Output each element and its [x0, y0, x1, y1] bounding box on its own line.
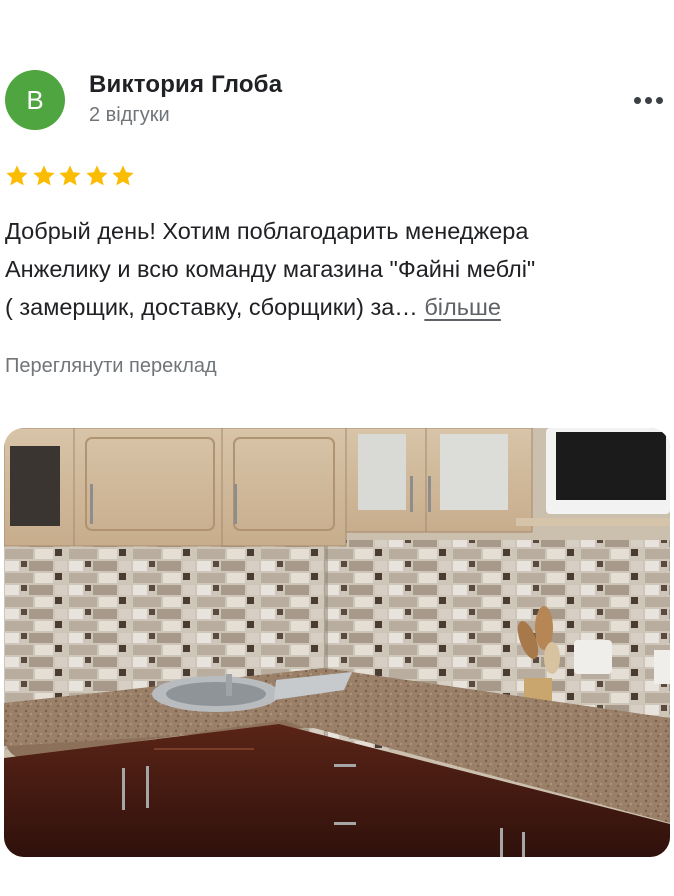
- star-icon: [84, 163, 110, 189]
- review-text-line-end: ( замерщик, доставку, сборщики) за…: [5, 294, 425, 320]
- star-icon: [4, 163, 30, 189]
- review-text-line: Анжелику и всю команду магазина "Файні м…: [5, 256, 536, 282]
- avatar-initial: В: [26, 84, 44, 115]
- kitchen-photo-image: [4, 428, 670, 857]
- author-name[interactable]: Виктория Глоба: [89, 71, 282, 99]
- review-text: Добрый день! Хотим поблагодарить менедже…: [5, 212, 665, 326]
- star-rating: [4, 163, 137, 189]
- star-icon: [31, 163, 57, 189]
- star-icon: [57, 163, 83, 189]
- kitchen-photo[interactable]: [4, 428, 670, 857]
- review-text-line: Добрый день! Хотим поблагодарить менедже…: [5, 218, 529, 244]
- more-options-button[interactable]: [626, 84, 670, 116]
- more-link[interactable]: більше: [424, 294, 501, 320]
- review-text-line: ( замерщик, доставку, сборщики) за… біль…: [5, 288, 665, 326]
- more-horizontal-icon: [632, 96, 665, 104]
- avatar[interactable]: В: [5, 70, 65, 130]
- translate-link[interactable]: Переглянути переклад: [5, 355, 217, 378]
- author-review-count: 2 відгуки: [89, 104, 170, 126]
- review-card: В Виктория Глоба 2 відгуки Добрый день! …: [0, 0, 674, 896]
- star-icon: [110, 163, 136, 189]
